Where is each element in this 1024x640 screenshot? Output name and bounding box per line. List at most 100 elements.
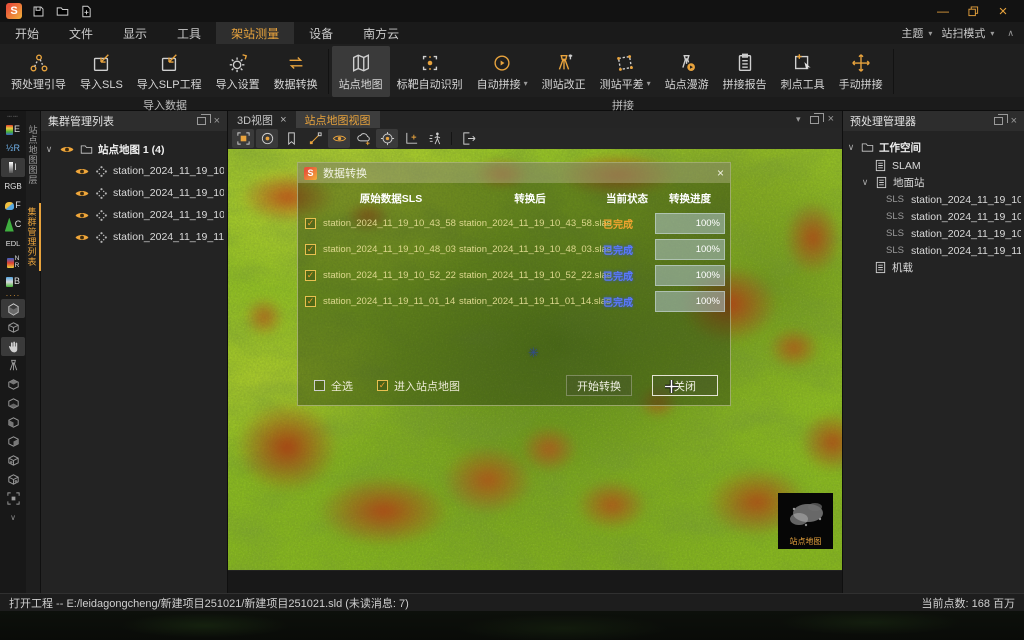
ribbon-button-manual-stitch[interactable]: 手动拼接 (832, 46, 890, 97)
view-top-button[interactable] (1, 375, 25, 394)
fit-view-button[interactable] (1, 489, 25, 508)
tab-site-map-layers[interactable]: 站点地图图层 (27, 121, 40, 189)
visibility-eye-icon[interactable] (74, 232, 90, 243)
menu-item-display[interactable]: 显示 (108, 22, 162, 44)
row-checkbox[interactable]: ✓ (305, 244, 316, 255)
ribbon-button-stitch-report[interactable]: 拼接报告 (716, 46, 774, 97)
fusion-render-button[interactable]: F (1, 196, 25, 215)
drag-handle-icon[interactable]: ┄┄ (7, 112, 19, 120)
elevation-render-button[interactable]: E (1, 120, 25, 139)
ribbon-button-data-convert[interactable]: 数据转换 (267, 46, 325, 97)
tab-site-map-view[interactable]: 站点地图视图 (296, 111, 380, 128)
scan-mode-menu[interactable]: 站扫模式 (941, 25, 985, 41)
tree-node-sls-file[interactable]: SLS station_2024_11_19_10_48_... (846, 208, 1021, 225)
visibility-eye-icon[interactable] (74, 188, 90, 199)
ribbon-button-station-adjust[interactable]: 测站平差▾ (593, 46, 658, 97)
minimize-button[interactable]: — (936, 4, 950, 18)
view-front-button[interactable] (1, 451, 25, 470)
close-panel-icon[interactable]: × (1011, 116, 1017, 127)
menu-item-device[interactable]: 设备 (294, 22, 348, 44)
cloud-add-button[interactable] (352, 129, 374, 148)
cube-rotate-tool[interactable] (1, 318, 25, 337)
convert-row[interactable]: ✓ station_2024_11_19_10_52_22 station_20… (298, 262, 730, 288)
tree-node-airborne[interactable]: 机载 (846, 259, 1021, 276)
tree-node-workspace[interactable]: ∨ 工作空间 (846, 138, 1021, 157)
restore-button[interactable] (966, 4, 980, 18)
tree-node-slam[interactable]: SLAM (846, 157, 1021, 174)
tree-node-station[interactable]: station_2024_11_19_10_4... (44, 160, 224, 182)
expand-icon[interactable]: ∨ (860, 177, 870, 188)
tree-node-sls-file[interactable]: SLS station_2024_11_19_10_52_... (846, 225, 1021, 242)
close-button[interactable]: × (996, 4, 1010, 18)
minimap-thumbnail[interactable]: 站点地图 (778, 493, 833, 549)
enter-site-map-checkbox[interactable]: ✓ 进入站点地图 (373, 378, 460, 394)
checkbox-icon[interactable] (314, 380, 325, 391)
menu-item-start[interactable]: 开始 (0, 22, 54, 44)
view-back-button[interactable] (1, 470, 25, 489)
half-resolution-button[interactable]: ½R (1, 139, 25, 158)
close-panel-icon[interactable]: × (214, 116, 220, 127)
rgb-render-button[interactable]: RGB (1, 177, 25, 196)
menu-item-file[interactable]: 文件 (54, 22, 108, 44)
center-target-button[interactable] (376, 129, 398, 148)
float-panel-icon[interactable] (197, 117, 206, 125)
theme-menu[interactable]: 主题 (901, 25, 923, 41)
expand-icon[interactable]: ∨ (846, 142, 856, 153)
site-map-canvas[interactable]: ✳ 站点地图 S 数据转换 × (228, 149, 842, 593)
pan-tool[interactable] (1, 337, 25, 356)
menu-item-south-cloud[interactable]: 南方云 (348, 22, 414, 44)
axis-add-button[interactable] (400, 129, 422, 148)
ribbon-button-station-correct[interactable]: 测站改正 (535, 46, 593, 97)
expand-icon[interactable]: ∨ (44, 144, 54, 155)
convert-row[interactable]: ✓ station_2024_11_19_10_43_58 station_20… (298, 210, 730, 236)
row-checkbox[interactable]: ✓ (305, 218, 316, 229)
dialog-close-icon[interactable]: × (717, 166, 724, 180)
ribbon-button-preprocess-guide[interactable]: 预处理引导 (4, 46, 73, 97)
tree-node-ground-station[interactable]: ∨ 地面站 (846, 174, 1021, 191)
collapse-ribbon-button[interactable]: ∧ (1007, 28, 1014, 39)
tree-node-sls-file[interactable]: SLS station_2024_11_19_10_43_... (846, 191, 1021, 208)
ribbon-button-site-roam[interactable]: 站点漫游 (658, 46, 716, 97)
measure-line-button[interactable] (304, 129, 326, 148)
start-convert-button[interactable]: 开始转换 (566, 375, 632, 396)
row-checkbox[interactable]: ✓ (305, 270, 316, 281)
open-folder-icon[interactable] (54, 3, 70, 19)
dialog-titlebar[interactable]: S 数据转换 × (298, 163, 730, 183)
new-file-icon[interactable] (78, 3, 94, 19)
visibility-eye-icon[interactable] (74, 210, 90, 221)
tree-node-site-map-group[interactable]: ∨ 站点地图 1 (4) (44, 138, 224, 160)
close-view-icon[interactable]: × (828, 114, 834, 125)
float-panel-icon[interactable] (994, 117, 1003, 125)
normal-render-button[interactable]: N R (1, 253, 25, 272)
close-tab-icon[interactable]: × (280, 114, 286, 126)
circle-select-button[interactable] (256, 129, 278, 148)
tab-3d-view[interactable]: 3D视图 × (228, 111, 296, 128)
ribbon-button-point-pick[interactable]: 刺点工具 (774, 46, 832, 97)
tree-node-station[interactable]: station_2024_11_19_10_4... (44, 182, 224, 204)
ribbon-button-import-sls[interactable]: 导入SLS (73, 46, 130, 97)
tree-node-station[interactable]: station_2024_11_19_10_5... (44, 204, 224, 226)
tree-node-sls-file[interactable]: SLS station_2024_11_19_11_01_... (846, 242, 1021, 259)
ribbon-button-site-map[interactable]: 站点地图 (332, 46, 390, 97)
convert-row[interactable]: ✓ station_2024_11_19_10_48_03 station_20… (298, 236, 730, 262)
select-region-button[interactable] (232, 129, 254, 148)
checkbox-icon[interactable]: ✓ (377, 380, 388, 391)
exit-view-button[interactable] (457, 129, 479, 148)
classification-render-button[interactable]: C (1, 215, 25, 234)
ribbon-button-auto-stitch[interactable]: 自动拼接▾ (470, 46, 535, 97)
select-all-checkbox[interactable]: 全选 (310, 378, 353, 394)
tab-cluster-manage-list[interactable]: 集群管理列表 (26, 203, 41, 271)
float-view-icon[interactable] (810, 116, 819, 124)
station-view-tool[interactable] (1, 356, 25, 375)
view-bottom-button[interactable] (1, 394, 25, 413)
visibility-eye-icon[interactable] (59, 144, 75, 155)
view-right-button[interactable] (1, 432, 25, 451)
chevron-down-icon[interactable]: ▾ (796, 114, 801, 125)
view-left-button[interactable] (1, 413, 25, 432)
walk-mode-button[interactable] (424, 129, 446, 148)
tree-node-station[interactable]: station_2024_11_19_11_0... (44, 226, 224, 248)
visibility-eye-icon[interactable] (74, 166, 90, 177)
intensity-render-button[interactable]: I (1, 158, 25, 177)
box-select-tool[interactable] (1, 299, 25, 318)
ribbon-button-import-slp[interactable]: 导入SLP工程 (130, 46, 209, 97)
